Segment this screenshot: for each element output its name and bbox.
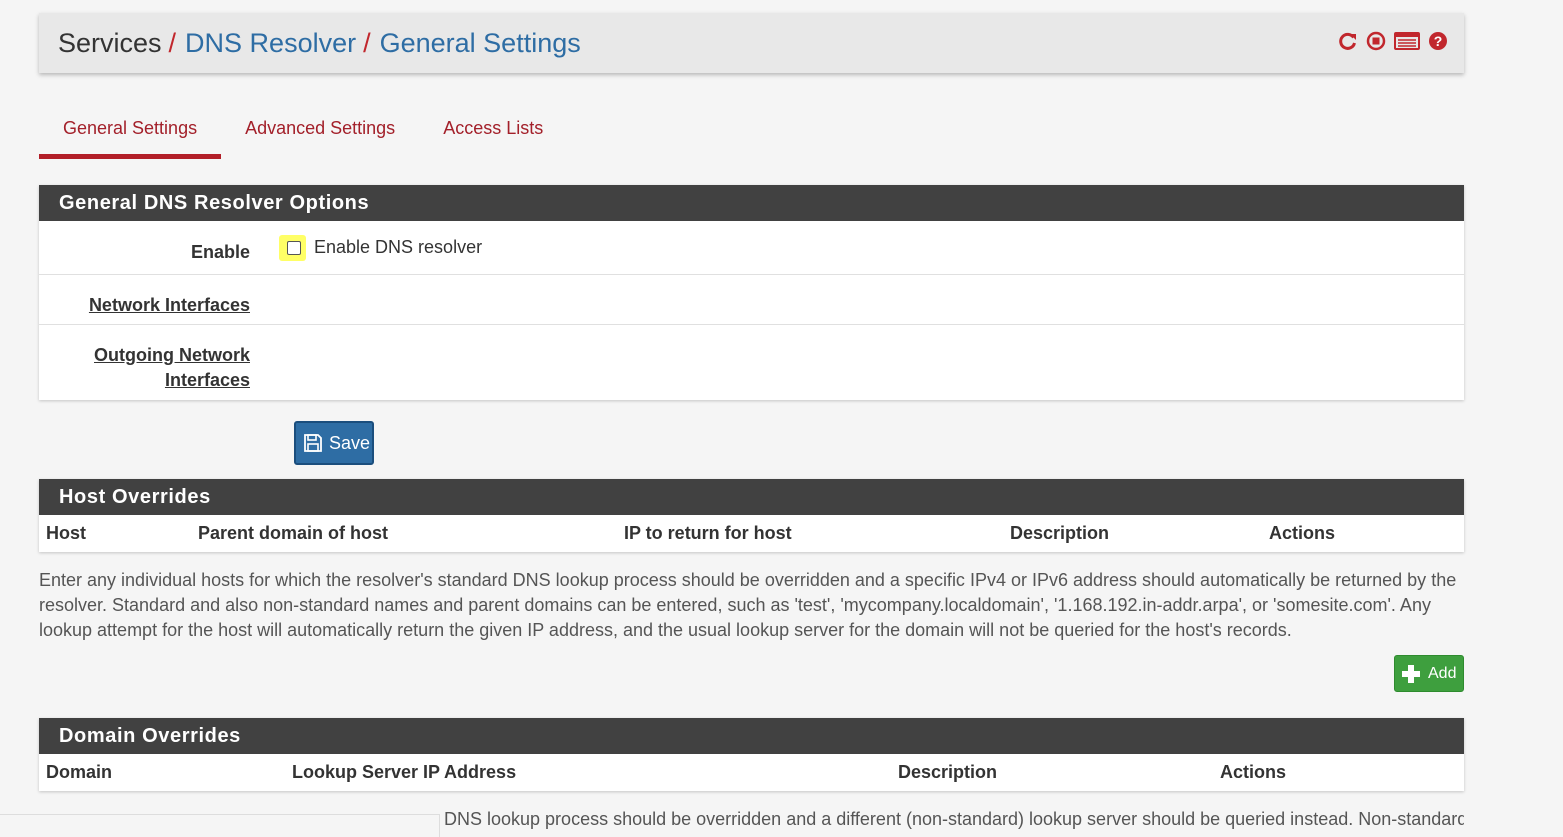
bottom-overlay [0, 814, 440, 837]
enable-checkbox-label[interactable]: Enable DNS resolver [314, 237, 482, 258]
log-icon[interactable] [1394, 31, 1420, 51]
enable-value: Enable DNS resolver [250, 221, 1464, 274]
column-header: Parent domain of host [198, 523, 389, 543]
column-header: Lookup Server IP Address [292, 762, 517, 782]
enable-checkbox-highlight [279, 234, 306, 261]
enable-dns-resolver-checkbox[interactable] [287, 240, 301, 255]
breadcrumb-separator: / [168, 27, 177, 58]
tab-bar: General Settings Advanced Settings Acces… [39, 105, 567, 159]
panel-title: Host Overrides [39, 479, 1464, 515]
breadcrumb: Services / DNS Resolver / General Settin… [58, 28, 581, 59]
save-button[interactable]: Save [294, 421, 374, 465]
svg-text:?: ? [1434, 33, 1443, 49]
outgoing-interfaces-label[interactable]: Outgoing Network Interfaces [39, 325, 250, 400]
panel-title: General DNS Resolver Options [39, 185, 1464, 221]
enable-label: Enable [190, 242, 250, 262]
column-header: Description [898, 762, 998, 782]
reload-icon[interactable] [1338, 31, 1358, 51]
column-header: Domain [46, 762, 113, 782]
domain-overrides-description: DNS lookup process should be overridden … [444, 809, 1464, 829]
host-overrides-panel: Host Overrides Host Parent domain of hos… [39, 479, 1464, 552]
breadcrumb-services: Services [58, 27, 162, 58]
outgoing-interfaces-row: Outgoing Network Interfaces [39, 325, 1464, 400]
save-label: Save [329, 432, 371, 453]
column-header: Host [46, 523, 86, 543]
stop-icon[interactable] [1366, 31, 1386, 51]
column-header: Actions [1269, 523, 1336, 543]
outgoing-interfaces-value [250, 325, 1464, 400]
column-header: IP to return for host [624, 523, 792, 543]
breadcrumb-dns-resolver[interactable]: DNS Resolver [185, 28, 356, 59]
breadcrumb-separator: / [363, 27, 371, 58]
network-interfaces-row: Network Interfaces [39, 275, 1464, 325]
tab-advanced-settings[interactable]: Advanced Settings [221, 105, 419, 159]
column-header: Description [1010, 523, 1110, 543]
enable-row: Enable Enable DNS resolver [39, 221, 1464, 275]
network-interfaces-label[interactable]: Network Interfaces [39, 275, 250, 324]
add-host-override-button[interactable]: Add [1394, 655, 1464, 692]
network-interfaces-value [250, 275, 1464, 324]
domain-overrides-table-header: Domain Lookup Server IP Address Descript… [39, 754, 1464, 791]
save-icon [304, 434, 322, 452]
host-overrides-description: Enter any individual hosts for which the… [39, 570, 1457, 640]
tab-access-lists[interactable]: Access Lists [419, 105, 567, 159]
tab-general-settings[interactable]: General Settings [39, 105, 222, 159]
domain-overrides-panel: Domain Overrides Domain Lookup Server IP… [39, 718, 1464, 791]
breadcrumb-general-settings[interactable]: General Settings [380, 28, 581, 59]
page-header: Services / DNS Resolver / General Settin… [39, 13, 1464, 73]
panel-title: Domain Overrides [39, 718, 1464, 754]
plus-icon [1402, 664, 1420, 683]
help-icon[interactable]: ? [1428, 31, 1448, 51]
add-label: Add [1428, 664, 1457, 682]
host-overrides-table-header: Host Parent domain of host IP to return … [39, 515, 1464, 552]
column-header: Actions [1220, 762, 1287, 782]
header-icons: ? [1338, 31, 1448, 51]
general-options-panel: General DNS Resolver Options Enable Enab… [39, 185, 1464, 400]
